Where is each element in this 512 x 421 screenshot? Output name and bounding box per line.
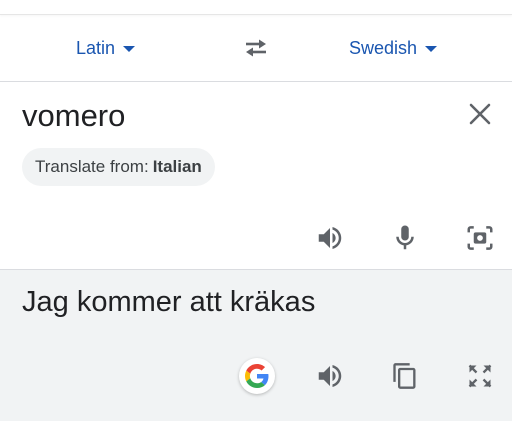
swap-languages-icon: [246, 39, 266, 57]
copy-icon: [393, 363, 416, 389]
google-g-icon: [245, 364, 269, 388]
google-badge[interactable]: [239, 358, 275, 394]
chip-prefix: Translate from:: [35, 157, 149, 176]
top-edge: [0, 0, 512, 15]
chevron-down-icon: [425, 46, 438, 52]
language-bar: Latin Swedish: [0, 15, 512, 82]
source-language-label: Latin: [76, 37, 116, 58]
source-input-panel[interactable]: vomero Translate from: Italian: [0, 82, 512, 268]
listen-translation-button[interactable]: [311, 357, 349, 395]
fullscreen-button[interactable]: [461, 357, 499, 395]
target-language-label: Swedish: [349, 37, 418, 58]
source-language-selector[interactable]: Latin: [76, 15, 136, 81]
target-language-selector[interactable]: Swedish: [349, 15, 438, 81]
voice-input-button[interactable]: [386, 219, 424, 257]
camera-input-button[interactable]: [461, 219, 499, 257]
translated-text: Jag kommer att kräkas: [22, 286, 316, 318]
copy-translation-button[interactable]: [386, 357, 424, 395]
close-icon: [469, 103, 491, 125]
listen-source-button[interactable]: [311, 219, 349, 257]
translation-output-panel: Jag kommer att kräkas: [0, 269, 512, 421]
chevron-down-icon: [123, 46, 136, 52]
microphone-icon: [396, 225, 414, 250]
camera-icon: [467, 226, 493, 250]
detected-language-chip[interactable]: Translate from: Italian: [22, 148, 215, 186]
clear-input-button[interactable]: [462, 96, 498, 132]
source-text[interactable]: vomero: [22, 98, 125, 134]
speaker-icon: [318, 365, 342, 387]
chip-language: Italian: [152, 157, 202, 176]
fullscreen-icon: [468, 364, 492, 388]
swap-languages-button[interactable]: [238, 32, 274, 64]
speaker-icon: [318, 227, 342, 249]
